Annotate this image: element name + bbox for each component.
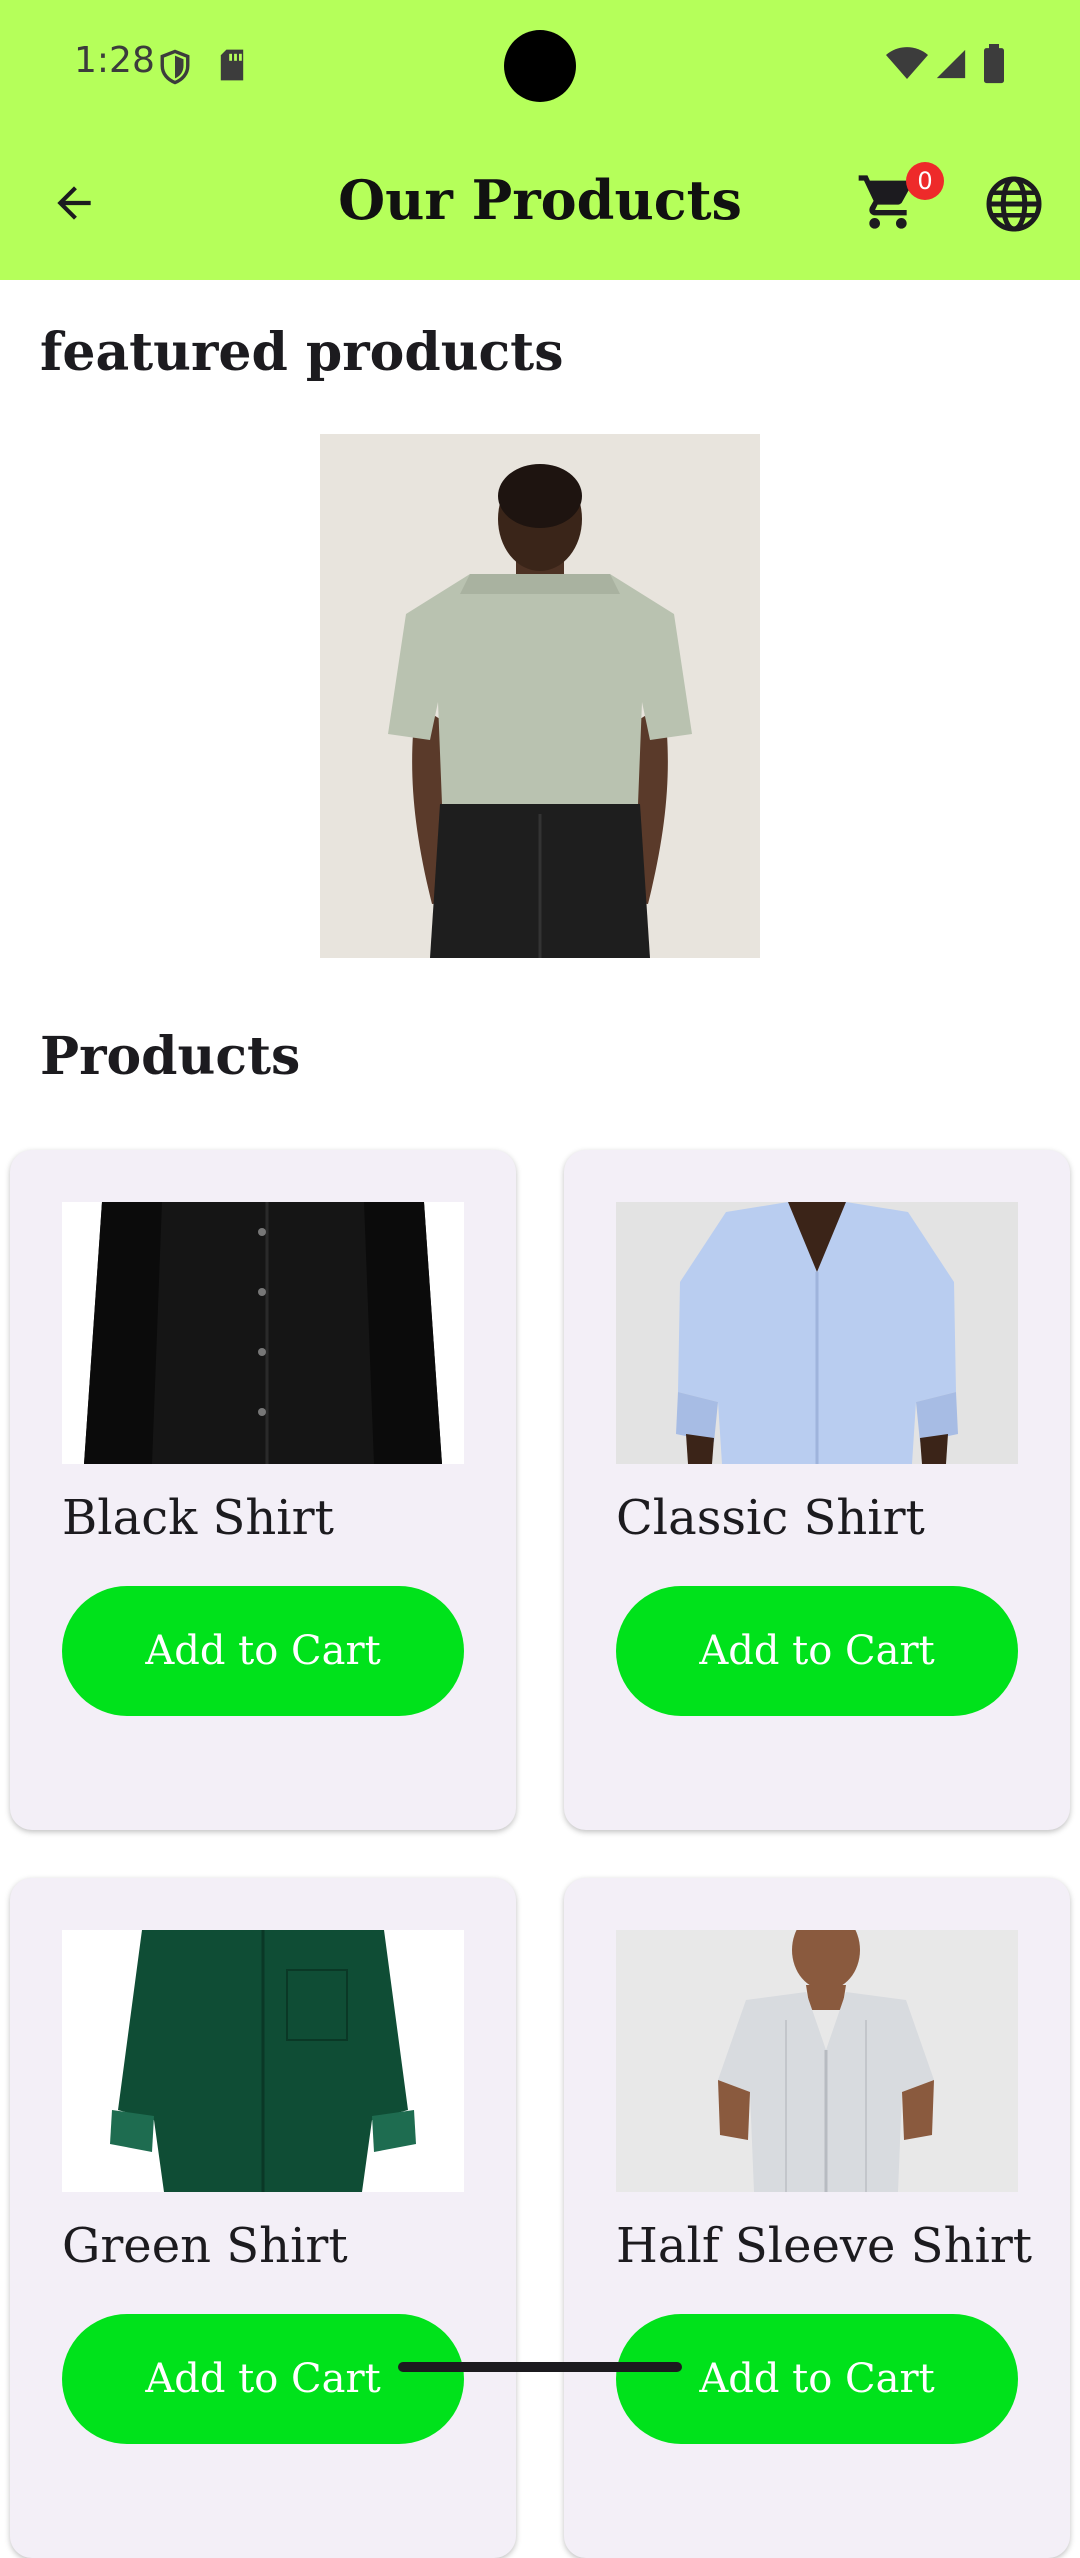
product-card[interactable]: Classic Shirt Add to Cart (564, 1150, 1070, 1830)
product-card[interactable]: Green Shirt Add to Cart (10, 1878, 516, 2558)
classic-shirt-photo (616, 1202, 1018, 1464)
gesture-nav-handle[interactable] (398, 2362, 682, 2372)
language-button[interactable] (984, 174, 1046, 236)
sd-card-icon (218, 48, 246, 86)
shopping-cart-icon (856, 175, 920, 238)
add-to-cart-button[interactable]: Add to Cart (616, 1586, 1018, 1716)
add-to-cart-button[interactable]: Add to Cart (62, 2314, 464, 2444)
product-name: Black Shirt (62, 1490, 334, 1546)
add-to-cart-button[interactable]: Add to Cart (616, 2314, 1018, 2444)
products-heading: Products (40, 1026, 301, 1087)
product-card[interactable]: Black Shirt Add to Cart (10, 1150, 516, 1830)
product-image[interactable] (616, 1930, 1018, 2192)
half-sleeve-shirt-photo (616, 1930, 1018, 2192)
cart-count-badge: 0 (906, 162, 944, 200)
product-image[interactable] (616, 1202, 1018, 1464)
product-name: Classic Shirt (616, 1490, 925, 1546)
wifi-icon (886, 46, 928, 86)
black-shirt-photo (62, 1202, 464, 1464)
signal-icon (934, 46, 968, 86)
featured-product-image[interactable] (320, 434, 760, 958)
globe-icon (984, 176, 1044, 238)
product-name: Green Shirt (62, 2218, 348, 2274)
camera-cutout (504, 30, 576, 102)
green-shirt-photo (62, 1930, 464, 2192)
product-image[interactable] (62, 1930, 464, 2192)
product-image[interactable] (62, 1202, 464, 1464)
product-card[interactable]: Half Sleeve Shirt Add to Cart (564, 1878, 1070, 2558)
featured-heading: featured products (40, 322, 564, 383)
add-to-cart-button[interactable]: Add to Cart (62, 1586, 464, 1716)
tshirt-back-photo (320, 434, 760, 958)
shield-icon (158, 48, 192, 90)
battery-icon (982, 44, 1006, 88)
status-time: 1:28 (74, 40, 155, 81)
status-bar: 1:28 (0, 0, 1080, 132)
product-name: Half Sleeve Shirt (616, 2218, 1033, 2274)
